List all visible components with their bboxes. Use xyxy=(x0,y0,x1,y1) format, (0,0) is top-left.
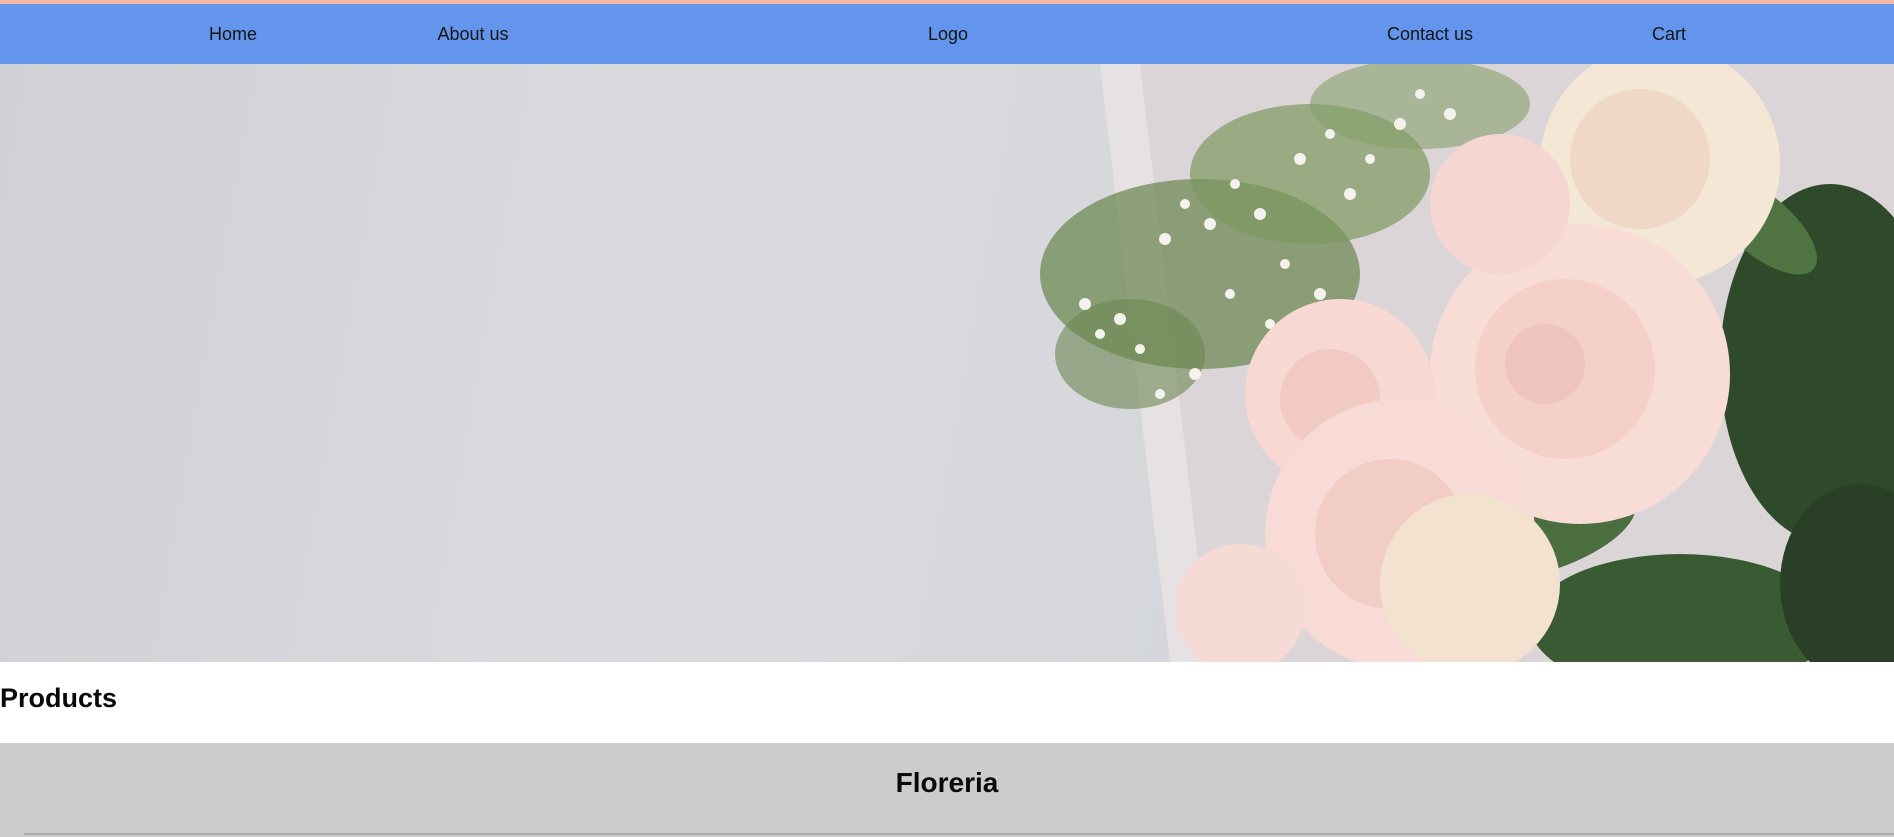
roses-bouquet-illustration xyxy=(1040,64,1894,662)
nav-home-link[interactable]: Home xyxy=(209,4,257,64)
nav-contact-link[interactable]: Contact us xyxy=(1387,4,1473,64)
footer-band: Floreria xyxy=(0,743,1894,837)
nav-logo-link[interactable]: Logo xyxy=(928,4,968,64)
nav-cart-link[interactable]: Cart xyxy=(1652,4,1686,64)
top-navbar: Home About us Logo Contact us Cart xyxy=(0,4,1894,64)
nav-about-link[interactable]: About us xyxy=(437,4,508,64)
products-heading: Products xyxy=(0,683,118,713)
hero-banner-image xyxy=(0,64,1894,662)
footer-brand-title: Floreria xyxy=(895,767,999,798)
footer-divider xyxy=(24,833,1894,835)
